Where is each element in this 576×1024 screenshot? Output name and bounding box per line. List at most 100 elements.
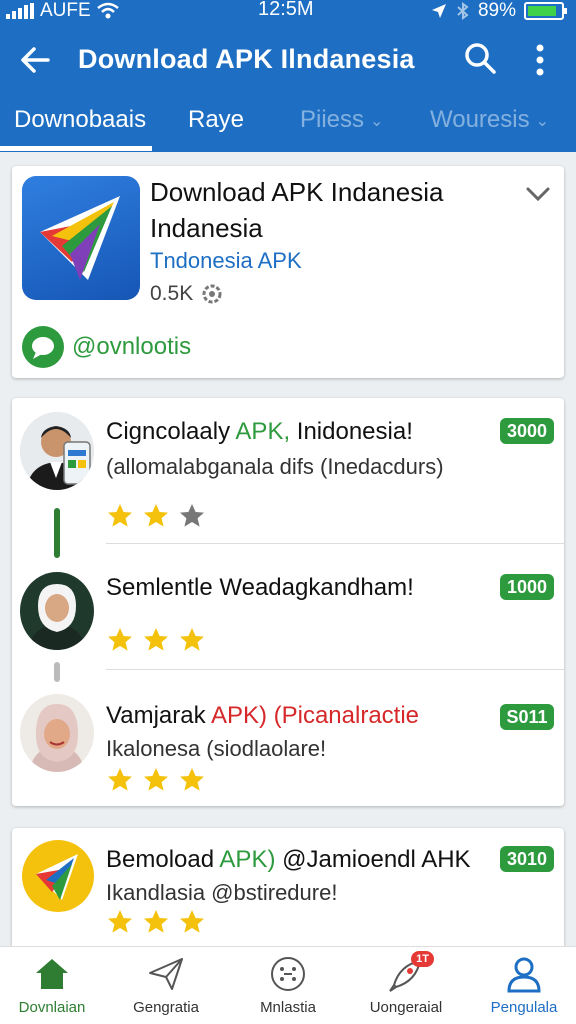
tab-raye[interactable]: Raye xyxy=(188,106,244,134)
app-title: Bemoload APK) @Jamioendl AHK xyxy=(106,846,471,874)
app-subtitle: Ikalonesa (siodlaolare! xyxy=(106,736,327,761)
paper-plane-icon xyxy=(146,955,186,993)
chevron-down-icon: ⌄ xyxy=(370,112,384,130)
star-filled-icon xyxy=(180,768,204,791)
avatar xyxy=(20,572,94,650)
title-tail: @Jamioendl AHK xyxy=(275,846,471,873)
app-title: Semlentle Weadagkandham! xyxy=(106,574,414,601)
more-options-button[interactable] xyxy=(522,40,558,80)
tab-wouresis[interactable]: Wouresis ⌄ xyxy=(430,106,549,134)
developer-handle[interactable]: @ovnlootis xyxy=(22,326,191,368)
settings-icon xyxy=(202,284,222,304)
nav-label: Gengratia xyxy=(133,999,199,1016)
app-bar: AUFE 12:5M 89% Download APK Ilndanesia D… xyxy=(0,0,576,152)
star-filled-icon xyxy=(108,910,132,933)
title-text: Vamjarak xyxy=(106,702,211,729)
carrier-label: AUFE xyxy=(40,0,91,21)
star-filled-icon xyxy=(108,504,132,527)
app-list-card: Cigncolaaly APK, Inidonesia! (allomalabg… xyxy=(12,398,564,806)
featured-app-title: Download APK Indanesia Indanesia xyxy=(150,177,444,243)
tab-label: Piiess xyxy=(300,106,365,133)
nav-item-uongeraial[interactable]: 1T Uongeraial xyxy=(346,951,466,1016)
nav-label: Pengulala xyxy=(490,999,558,1016)
profile-icon xyxy=(504,955,544,993)
handle-label: @ovnlootis xyxy=(72,333,192,360)
size-label: 0.5K xyxy=(150,282,194,305)
battery-percent: 89% xyxy=(477,0,516,21)
title-highlight: APK) xyxy=(219,846,276,873)
search-icon xyxy=(465,43,496,74)
star-filled-icon xyxy=(180,910,204,933)
chat-bubble-icon xyxy=(22,326,64,368)
title-text: Cigncolaaly xyxy=(106,418,236,445)
notification-badge: 1T xyxy=(411,951,434,967)
featured-app-card[interactable]: Download APK Indanesia Indanesia Tndones… xyxy=(12,166,564,378)
wifi-icon xyxy=(96,2,119,19)
search-button[interactable] xyxy=(462,40,502,80)
back-button[interactable] xyxy=(18,42,58,78)
featured-app-subtitle[interactable]: Tndonesia APK xyxy=(150,248,302,274)
star-filled-icon xyxy=(108,768,132,791)
star-filled-icon xyxy=(180,628,204,651)
rating-stars xyxy=(106,626,206,654)
nav-item-gengratia[interactable]: Gengratia xyxy=(106,955,226,1016)
title-highlight: APK, xyxy=(235,418,291,445)
location-icon xyxy=(431,4,446,18)
bluetooth-icon xyxy=(457,2,469,20)
status-bar: AUFE 12:5M 89% xyxy=(0,0,576,26)
star-filled-icon xyxy=(144,768,168,791)
app-logo-icon xyxy=(22,840,94,912)
tab-piiess[interactable]: Piiess ⌄ xyxy=(300,106,383,134)
dial-icon xyxy=(268,955,308,993)
rating-stars xyxy=(106,766,206,794)
featured-app-size: 0.5K xyxy=(150,282,223,306)
star-filled-icon xyxy=(144,910,168,933)
tab-bar: Downobaais Raye Piiess ⌄ Wouresis ⌄ xyxy=(0,100,576,152)
download-count-badge: 3010 xyxy=(500,846,554,872)
nav-label: Dovnlaian xyxy=(18,999,86,1016)
nav-label: Mnlastia xyxy=(260,999,316,1016)
active-tab-indicator xyxy=(0,146,152,151)
rocket-icon: 1T xyxy=(386,951,434,993)
list-item[interactable]: Cigncolaaly APK, Inidonesia! (allomalabg… xyxy=(12,398,564,558)
clock: 12:5M xyxy=(258,0,314,20)
chevron-down-icon: ⌄ xyxy=(535,112,549,130)
nav-label: Uongeraial xyxy=(369,999,443,1016)
battery-icon xyxy=(524,2,567,20)
more-vert-icon xyxy=(536,44,544,76)
page-title: Download APK Ilndanesia xyxy=(78,44,415,74)
list-item[interactable]: Semlentle Weadagkandham! 1000 xyxy=(12,544,564,682)
list-item[interactable]: Vamjarak APK) (Picanalractie Ikalonesa (… xyxy=(12,670,564,806)
app-logo-icon xyxy=(22,176,140,300)
nav-item-pengulala[interactable]: Pengulala xyxy=(464,955,576,1016)
avatar xyxy=(20,694,94,772)
avatar xyxy=(20,412,94,490)
star-empty-icon xyxy=(180,504,204,527)
app-title: Vamjarak APK) (Picanalractie xyxy=(106,702,419,730)
expand-button[interactable] xyxy=(524,184,552,204)
download-count-badge: 1000 xyxy=(500,574,554,600)
nav-item-downloads[interactable]: Dovnlaian xyxy=(0,955,112,1016)
tab-label: Wouresis xyxy=(430,106,530,133)
download-count-badge: S011 xyxy=(500,704,554,730)
toolbar: Download APK Ilndanesia xyxy=(0,34,576,86)
star-filled-icon xyxy=(144,504,168,527)
signal-icon xyxy=(6,3,34,19)
star-filled-icon xyxy=(108,628,132,651)
tab-downloads[interactable]: Downobaais xyxy=(14,106,146,134)
home-icon xyxy=(32,955,72,993)
nav-item-mnlastia[interactable]: Mnlastia xyxy=(228,955,348,1016)
arrow-left-icon xyxy=(21,47,50,73)
bottom-navigation: Dovnlaian Gengratia Mnlastia 1T Uongerai… xyxy=(0,946,576,1024)
app-list-card[interactable]: Bemoload APK) @Jamioendl AHK Ikandlasia … xyxy=(12,828,564,958)
title-tail: Inidonesia! xyxy=(290,418,413,445)
star-filled-icon xyxy=(144,628,168,651)
app-subtitle: Ikandlasia @bstiredure! xyxy=(106,880,338,905)
rating-stars xyxy=(106,908,206,936)
download-count-badge: 3000 xyxy=(500,418,554,444)
app-subtitle: (allomalabganala difs (Inedacdurs) xyxy=(106,454,444,479)
title-text: Bemoload xyxy=(106,846,220,873)
app-title: Cigncolaaly APK, Inidonesia! xyxy=(106,418,413,446)
rating-stars xyxy=(106,502,206,530)
chevron-down-icon xyxy=(526,187,550,202)
